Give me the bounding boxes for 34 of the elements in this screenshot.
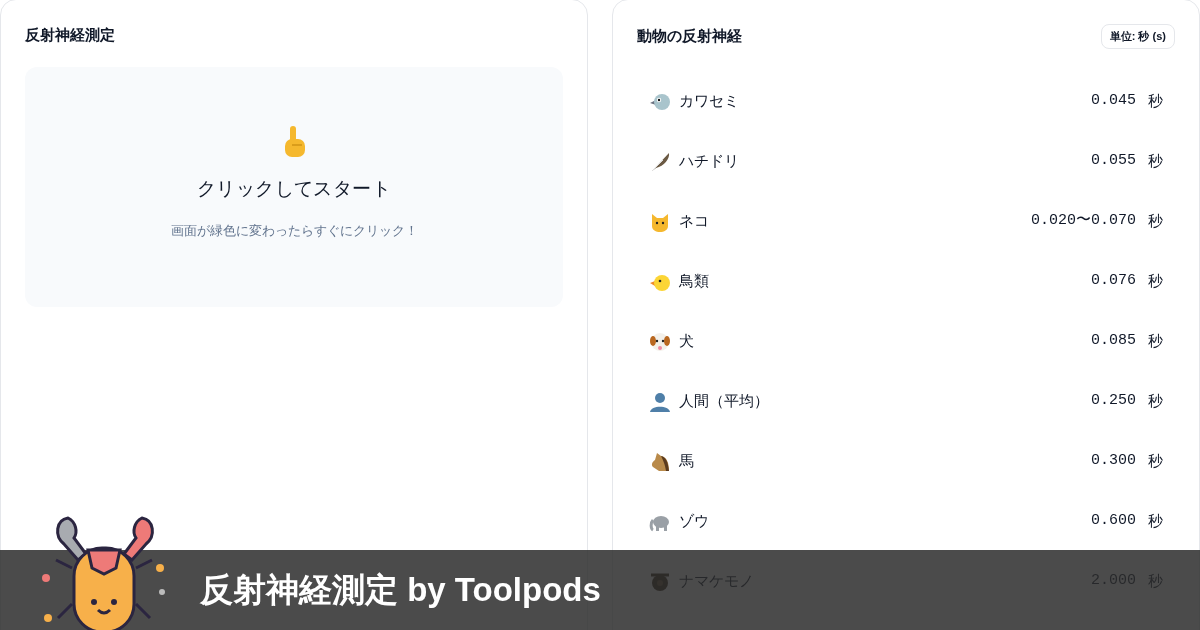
horse-head-icon (649, 450, 671, 473)
unit-label: 秒 (1148, 91, 1163, 112)
dog-face-icon (649, 330, 671, 353)
person-silhouette-icon (649, 390, 671, 413)
card-title: 反射神経測定 (25, 25, 116, 45)
reaction-time-value: 0.085 (1091, 331, 1136, 352)
animal-name: ハチドリ (679, 151, 739, 172)
reaction-time-value: 0.250 (1091, 391, 1136, 412)
unit-label: 秒 (1148, 271, 1163, 292)
unit-label: 秒 (1148, 391, 1163, 412)
animal-name: 人間（平均） (679, 391, 769, 412)
banner-title: 反射神経測定 by Toolpods (200, 570, 601, 611)
click-start-area[interactable]: クリックしてスタート 画面が緑色に変わったらすぐにクリック！ (25, 66, 563, 307)
animal-name: ネコ (679, 211, 709, 232)
reaction-time-value: 0.600 (1091, 511, 1136, 532)
unit-label: 秒 (1148, 451, 1163, 472)
reaction-time-value: 0.055 (1091, 151, 1136, 172)
reaction-time-value: 0.020〜0.070 (1031, 211, 1136, 232)
unit-label: 秒 (1148, 211, 1163, 232)
reaction-time-value: 0.300 (1091, 451, 1136, 472)
reaction-time-value: 0.045 (1091, 91, 1136, 112)
reaction-time-value: 0.076 (1091, 271, 1136, 292)
unit-label: 秒 (1148, 331, 1163, 352)
animal-name: カワセミ (679, 91, 739, 112)
start-hint: 画面が緑色に変わったらすぐにクリック！ (170, 222, 418, 240)
start-heading: クリックしてスタート (196, 176, 392, 201)
unit-badge: 単位: 秒 (s) (1100, 24, 1175, 49)
unit-label: 秒 (1148, 151, 1163, 172)
card-title: 動物の反射神経 (637, 26, 742, 46)
animal-name: 馬 (679, 451, 694, 472)
unit-label: 秒 (1148, 511, 1163, 532)
animal-name: 鳥類 (679, 271, 709, 292)
animal-name: 犬 (679, 331, 694, 352)
animal-name: ゾウ (679, 511, 709, 532)
